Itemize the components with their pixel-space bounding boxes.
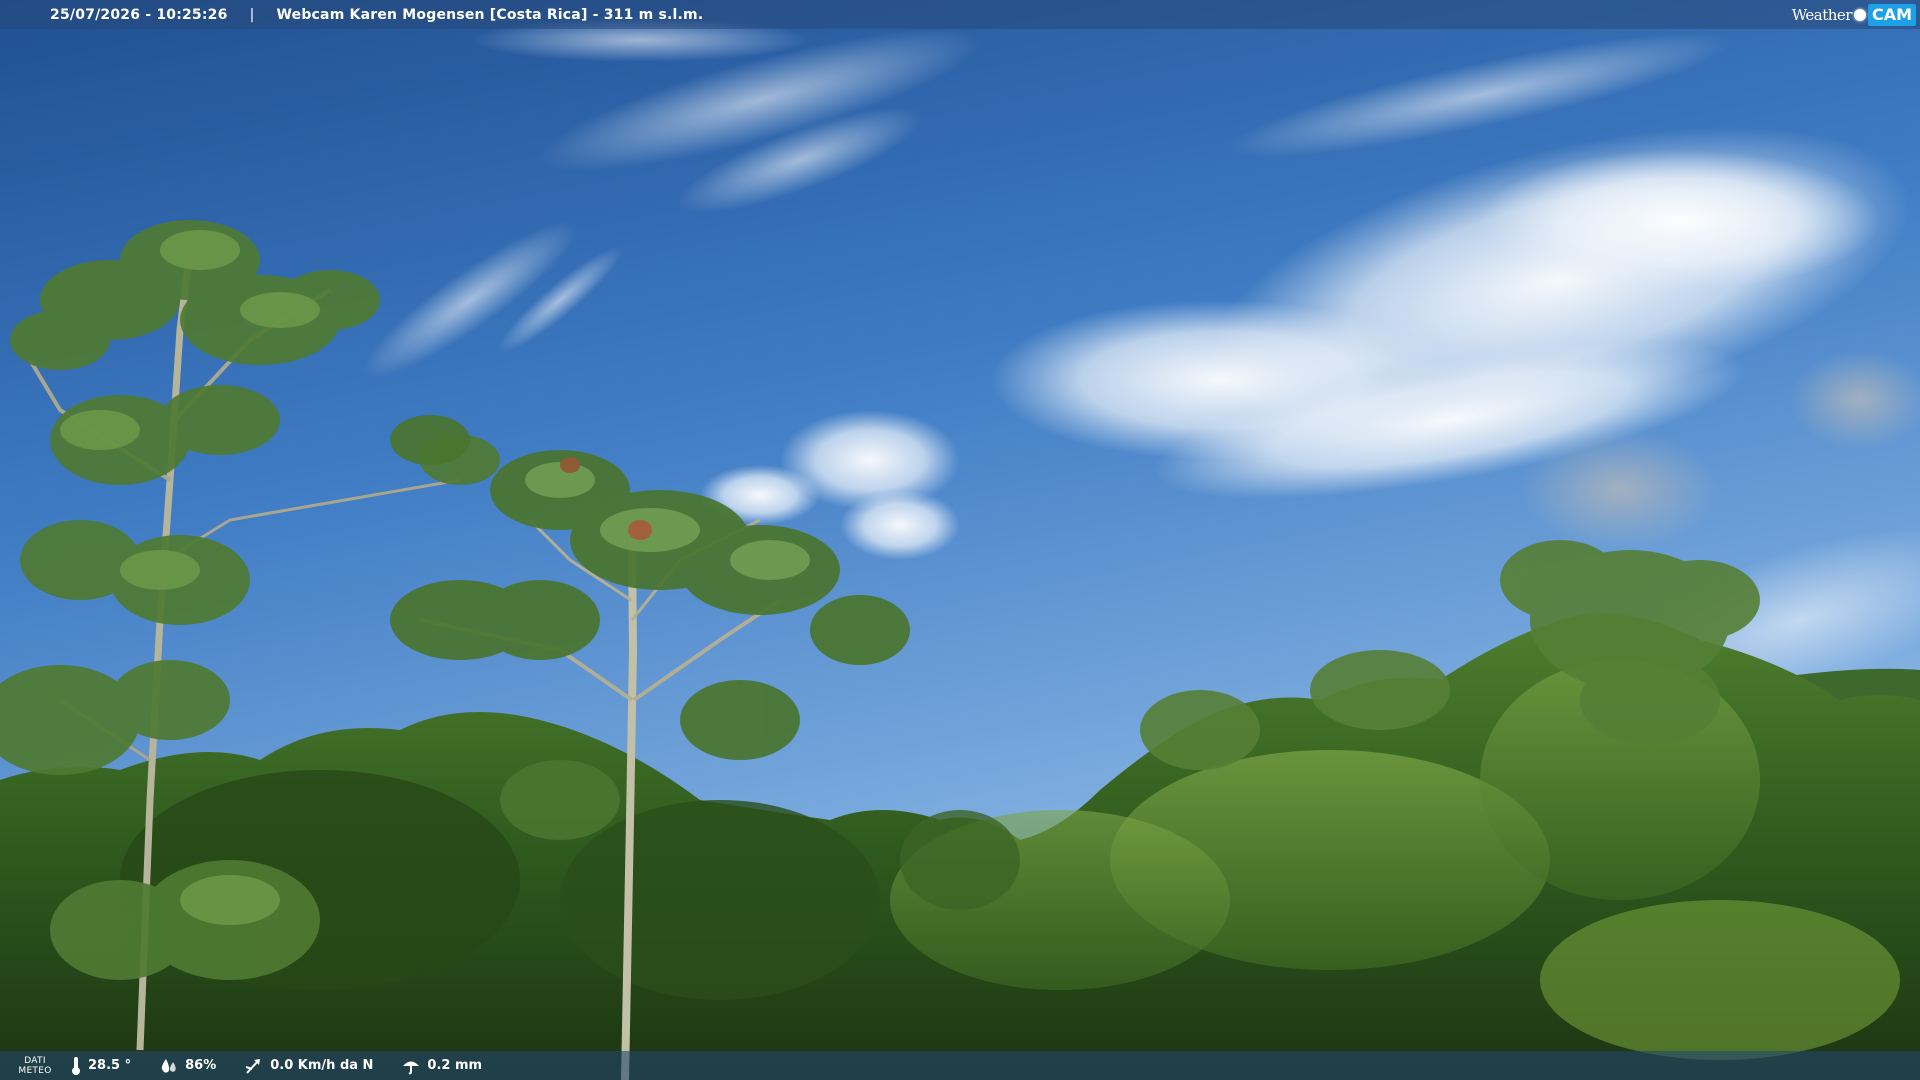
thermometer-icon	[72, 1056, 80, 1075]
wind-value: 0.0 Km/h da N	[270, 1058, 374, 1073]
humidity-reading: 86%	[159, 1057, 216, 1075]
wind-reading: 0.0 Km/h da N	[244, 1057, 373, 1075]
wind-vane-icon	[245, 1058, 261, 1074]
rain-reading: 0.2 mm	[401, 1057, 482, 1075]
humidity-value: 86%	[185, 1058, 217, 1073]
webcam-image	[0, 0, 1920, 1080]
humidity-drops-icon	[161, 1058, 176, 1073]
webcam-title: Webcam Karen Mogensen [Costa Rica] - 311…	[276, 6, 704, 23]
timestamp: 25/07/2026 - 10:25:26	[50, 6, 228, 23]
rain-value: 0.2 mm	[427, 1058, 483, 1073]
weather-data-label: DATI METEO	[0, 1056, 70, 1076]
weather-label-line1: DATI	[24, 1055, 46, 1066]
umbrella-icon	[403, 1061, 420, 1074]
logo-weather-text: Weather	[1791, 5, 1853, 24]
webcam-viewer: 25/07/2026 - 10:25:26 | Webcam Karen Mog…	[0, 0, 1920, 1080]
temperature-value: 28.5 °	[88, 1058, 132, 1073]
header-separator: |	[249, 6, 255, 23]
sun-icon	[1853, 8, 1866, 21]
weather-data-bar: DATI METEO 28.5 ° 86% 0.0 Km/h da N 0.2 …	[0, 1051, 1920, 1080]
temperature-reading: 28.5 °	[70, 1056, 131, 1076]
weather-label-line2: METEO	[18, 1065, 52, 1076]
logo-cam-text: CAM	[1867, 3, 1916, 26]
webcam-header-bar: 25/07/2026 - 10:25:26 | Webcam Karen Mog…	[0, 0, 1920, 29]
weathercam-logo[interactable]: Weather CAM	[1792, 0, 1920, 29]
